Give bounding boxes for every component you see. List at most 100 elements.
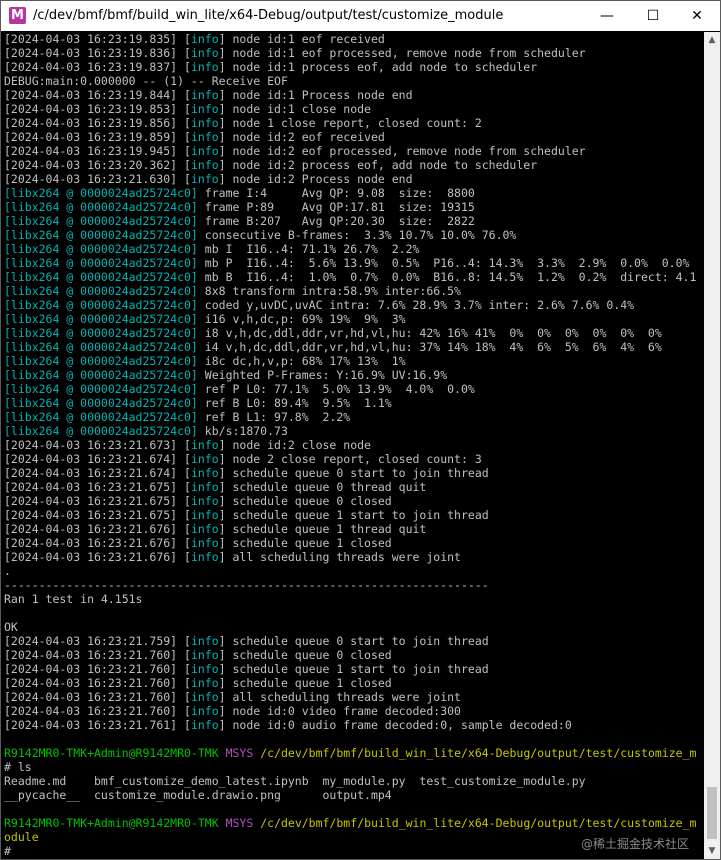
line-info-segment: info bbox=[190, 130, 219, 144]
terminal-line: [2024-04-03 16:23:21.675] [info] schedul… bbox=[4, 494, 704, 508]
line-libx-segment: [libx264 @ 0000024ad25724c0] bbox=[4, 270, 198, 284]
terminal-line: __pycache__ customize_module.drawio.png … bbox=[4, 788, 704, 802]
line-text: 8x8 transform intra:58.9% inter:66.5% bbox=[197, 284, 461, 298]
terminal-line: [2024-04-03 16:23:21.674] [info] schedul… bbox=[4, 466, 704, 480]
maximize-button[interactable]: ☐ bbox=[630, 1, 676, 31]
close-button[interactable]: ✕ bbox=[674, 1, 720, 31]
line-info-segment: info bbox=[190, 494, 219, 508]
terminal-window: M /c/dev/bmf/bmf/build_win_lite/x64-Debu… bbox=[0, 0, 721, 860]
terminal-line: [2024-04-03 16:23:21.760] [info] schedul… bbox=[4, 662, 704, 676]
line-text: ] schedule queue 1 thread quit bbox=[218, 522, 427, 536]
line-text: . bbox=[4, 564, 11, 578]
terminal-line: [2024-04-03 16:23:19.859] [info] node id… bbox=[4, 130, 704, 144]
line-text: ] node id:1 Process node end bbox=[218, 88, 413, 102]
line-info-segment: info bbox=[190, 480, 219, 494]
terminal-line: [libx264 @ 0000024ad25724c0] frame B:207… bbox=[4, 214, 704, 228]
scrollbar-thumb[interactable] bbox=[707, 787, 717, 839]
terminal-line: [2024-04-03 16:23:21.676] [info] all sch… bbox=[4, 550, 704, 564]
line-text: [2024-04-03 16:23:19.856] [ bbox=[4, 116, 191, 130]
title-bar[interactable]: M /c/dev/bmf/bmf/build_win_lite/x64-Debu… bbox=[1, 1, 720, 31]
line-libx-segment: [libx264 @ 0000024ad25724c0] bbox=[4, 326, 198, 340]
line-text: [2024-04-03 16:23:21.760] [ bbox=[4, 704, 191, 718]
line-info-segment: info bbox=[190, 676, 219, 690]
line-info-segment: info bbox=[190, 88, 219, 102]
line-text: mb I I16..4: 71.1% 26.7% 2.2% bbox=[197, 242, 420, 256]
line-info-segment: info bbox=[190, 60, 219, 74]
line-text: ] schedule queue 0 start to join thread bbox=[218, 466, 489, 480]
line-text: ] schedule queue 0 start to join thread bbox=[218, 634, 489, 648]
msys-app-icon[interactable]: M bbox=[9, 7, 26, 24]
terminal-line: OK bbox=[4, 620, 704, 634]
terminal-line: [2024-04-03 16:23:21.760] [info] all sch… bbox=[4, 690, 704, 704]
line-text: ref B L0: 89.4% 9.5% 1.1% bbox=[197, 396, 392, 410]
line-text: [2024-04-03 16:23:21.675] [ bbox=[4, 494, 191, 508]
line-text: i8 v,h,dc,ddl,ddr,vr,hd,vl,hu: 42% 16% 4… bbox=[197, 326, 662, 340]
line-path-segment: /c/dev/bmf/bmf/build_win_lite/x64-Debug/… bbox=[260, 746, 697, 760]
terminal-line: R9142MR0-TMK+Admin@R9142MR0-TMK MSYS /c/… bbox=[4, 746, 704, 760]
line-text: [2024-04-03 16:23:21.760] [ bbox=[4, 662, 191, 676]
terminal-line: [2024-04-03 16:23:21.674] [info] node 2 … bbox=[4, 452, 704, 466]
line-text: [2024-04-03 16:23:21.759] [ bbox=[4, 634, 191, 648]
terminal-line: [2024-04-03 16:23:19.853] [info] node id… bbox=[4, 102, 704, 116]
terminal-line: R9142MR0-TMK+Admin@R9142MR0-TMK MSYS /c/… bbox=[4, 816, 704, 830]
line-text: frame P:89 Avg QP:17.81 size: 19315 bbox=[197, 200, 475, 214]
line-text: [2024-04-03 16:23:19.945] [ bbox=[4, 144, 191, 158]
line-text: frame B:207 Avg QP:20.30 size: 2822 bbox=[197, 214, 475, 228]
line-info-segment: info bbox=[190, 704, 219, 718]
line-text: # bbox=[4, 844, 11, 858]
terminal-line: [2024-04-03 16:23:19.844] [info] node id… bbox=[4, 88, 704, 102]
terminal-line: [libx264 @ 0000024ad25724c0] i16 v,h,dc,… bbox=[4, 312, 704, 326]
terminal-line: [2024-04-03 16:23:21.760] [info] schedul… bbox=[4, 676, 704, 690]
terminal-line: [2024-04-03 16:23:20.362] [info] node id… bbox=[4, 158, 704, 172]
line-libx-segment: [libx264 @ 0000024ad25724c0] bbox=[4, 354, 198, 368]
line-libx-segment: [libx264 @ 0000024ad25724c0] bbox=[4, 424, 198, 438]
line-text: i4 v,h,dc,ddl,ddr,vr,hd,vl,hu: 37% 14% 1… bbox=[197, 340, 662, 354]
scroll-up-arrow-icon[interactable]: ▲ bbox=[704, 32, 720, 48]
line-text: [2024-04-03 16:23:21.760] [ bbox=[4, 690, 191, 704]
line-text: ] schedule queue 0 closed bbox=[218, 648, 392, 662]
line-libx-segment: [libx264 @ 0000024ad25724c0] bbox=[4, 284, 198, 298]
terminal-line: [2024-04-03 16:23:21.759] [info] schedul… bbox=[4, 634, 704, 648]
line-text: ] node id:1 close node bbox=[218, 102, 371, 116]
line-text: [2024-04-03 16:23:21.676] [ bbox=[4, 536, 191, 550]
line-libx-segment: [libx264 @ 0000024ad25724c0] bbox=[4, 228, 198, 242]
vertical-scrollbar[interactable]: ▲ ▼ bbox=[704, 32, 720, 859]
terminal-line: [libx264 @ 0000024ad25724c0] ref B L1: 9… bbox=[4, 410, 704, 424]
line-info-segment: info bbox=[190, 662, 219, 676]
line-text: ] schedule queue 1 closed bbox=[218, 676, 392, 690]
watermark: @稀土掘金技术社区 bbox=[581, 837, 690, 851]
line-text bbox=[219, 816, 226, 830]
line-text: [2024-04-03 16:23:21.676] [ bbox=[4, 550, 191, 564]
line-text: [2024-04-03 16:23:21.674] [ bbox=[4, 452, 191, 466]
line-text: Readme.md bmf_customize_demo_latest.ipyn… bbox=[4, 774, 586, 788]
terminal-line: [2024-04-03 16:23:19.837] [info] node id… bbox=[4, 60, 704, 74]
line-libx-segment: [libx264 @ 0000024ad25724c0] bbox=[4, 214, 198, 228]
line-text: [2024-04-03 16:23:19.837] [ bbox=[4, 60, 191, 74]
line-text: [2024-04-03 16:23:21.674] [ bbox=[4, 466, 191, 480]
line-text: ] node id:0 video frame decoded:300 bbox=[218, 704, 461, 718]
line-text: kb/s:1870.73 bbox=[197, 424, 288, 438]
line-text: ] node id:2 Process node end bbox=[218, 172, 413, 186]
scroll-down-arrow-icon[interactable]: ▼ bbox=[704, 843, 720, 859]
line-text: ] node id:1 process eof, add node to sch… bbox=[218, 60, 538, 74]
line-info-segment: info bbox=[190, 522, 219, 536]
line-text: [2024-04-03 16:23:20.362] [ bbox=[4, 158, 191, 172]
line-text: [2024-04-03 16:23:19.859] [ bbox=[4, 130, 191, 144]
terminal-line: [2024-04-03 16:23:19.856] [info] node 1 … bbox=[4, 116, 704, 130]
terminal-output[interactable]: [2024-04-03 16:23:19.835] [info] node id… bbox=[1, 32, 704, 859]
terminal-line: [2024-04-03 16:23:19.836] [info] node id… bbox=[4, 46, 704, 60]
line-libx-segment: [libx264 @ 0000024ad25724c0] bbox=[4, 256, 198, 270]
minimize-button[interactable]: — bbox=[584, 1, 630, 31]
terminal-line: ----------------------------------------… bbox=[4, 578, 704, 592]
terminal-line: [2024-04-03 16:23:21.676] [info] schedul… bbox=[4, 522, 704, 536]
line-text: [2024-04-03 16:23:21.675] [ bbox=[4, 480, 191, 494]
line-info-segment: info bbox=[190, 144, 219, 158]
line-text: [2024-04-03 16:23:21.761] [ bbox=[4, 718, 191, 732]
terminal-line: [libx264 @ 0000024ad25724c0] i4 v,h,dc,d… bbox=[4, 340, 704, 354]
line-text: ] all scheduling threads were joint bbox=[218, 550, 461, 564]
line-info-segment: info bbox=[190, 102, 219, 116]
line-text: [2024-04-03 16:23:21.760] [ bbox=[4, 648, 191, 662]
line-info-segment: info bbox=[190, 466, 219, 480]
